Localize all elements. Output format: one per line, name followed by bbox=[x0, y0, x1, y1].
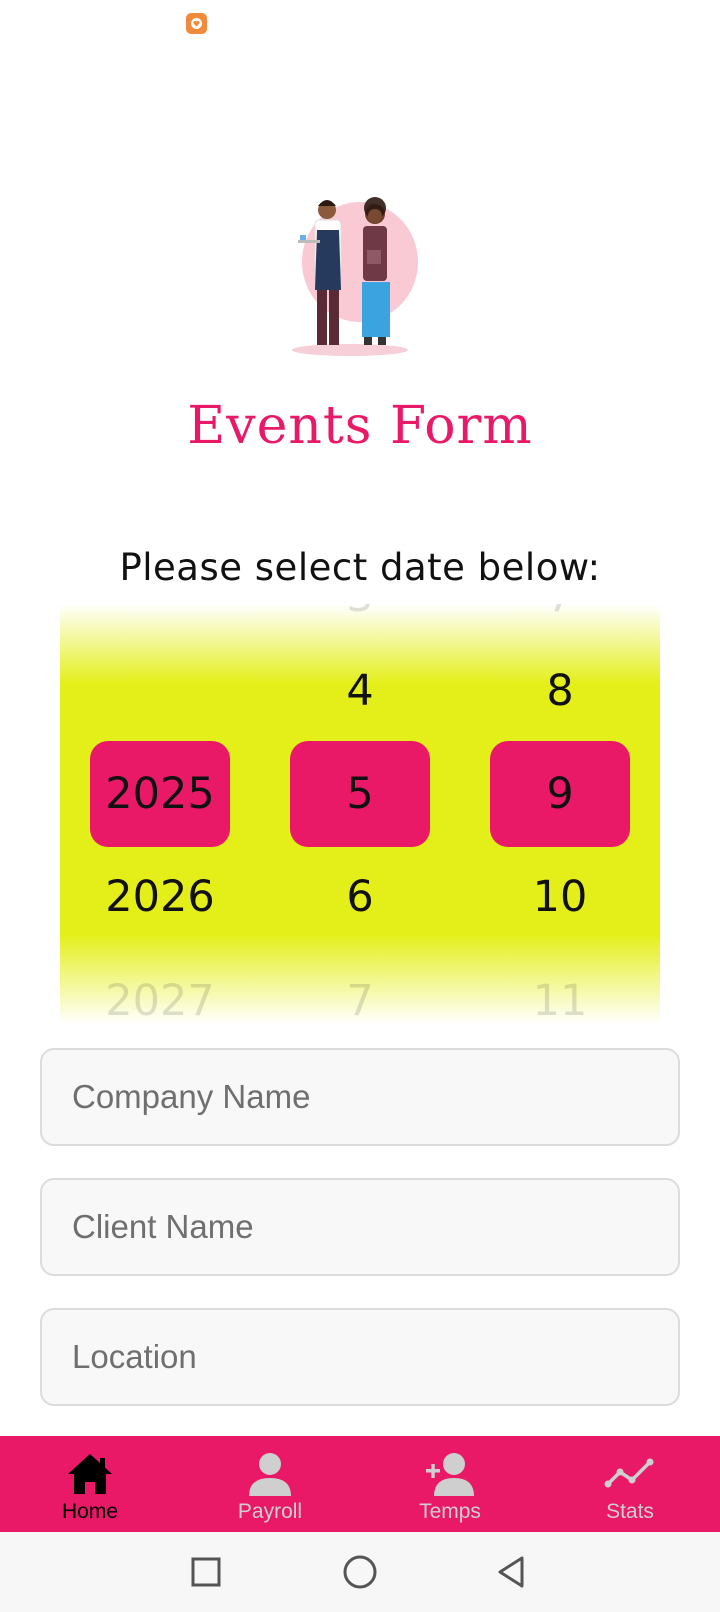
nav-item-temps[interactable]: Temps bbox=[360, 1436, 540, 1532]
month-option[interactable]: 4 bbox=[290, 638, 430, 744]
nav-item-payroll[interactable]: Payroll bbox=[180, 1436, 360, 1532]
home-icon bbox=[68, 1454, 112, 1494]
nav-label-stats: Stats bbox=[606, 1500, 654, 1523]
year-option[interactable] bbox=[90, 638, 230, 744]
month-selected[interactable]: 5 bbox=[290, 741, 430, 847]
home-button-icon[interactable] bbox=[342, 1554, 378, 1590]
form-title: Events Form bbox=[187, 396, 533, 456]
app-notification-icon bbox=[186, 13, 207, 34]
back-icon[interactable] bbox=[494, 1554, 530, 1590]
system-nav-bar bbox=[0, 1532, 720, 1612]
month-wheel[interactable]: 3 4 5 6 7 bbox=[290, 604, 430, 1024]
nav-label-temps: Temps bbox=[419, 1500, 481, 1523]
bottom-nav: Home Payroll Temps Stats bbox=[0, 1436, 720, 1532]
person-add-icon bbox=[426, 1453, 474, 1496]
nav-label-payroll: Payroll bbox=[237, 1500, 303, 1523]
location-input[interactable] bbox=[72, 1338, 678, 1376]
nav-label-home: Home bbox=[61, 1500, 119, 1523]
year-selected[interactable]: 2025 bbox=[90, 741, 230, 847]
nav-item-stats[interactable]: Stats bbox=[540, 1436, 720, 1532]
year-option[interactable]: 2027 bbox=[90, 948, 230, 1024]
company-name-input[interactable] bbox=[72, 1078, 678, 1116]
client-name-input[interactable] bbox=[72, 1208, 678, 1246]
recent-apps-icon[interactable] bbox=[188, 1554, 224, 1590]
company-name-field[interactable] bbox=[40, 1048, 680, 1146]
person-icon bbox=[249, 1453, 291, 1496]
client-name-field[interactable] bbox=[40, 1178, 680, 1276]
waiters-illustration bbox=[290, 190, 430, 365]
day-option[interactable]: 10 bbox=[490, 844, 630, 950]
chart-line-icon bbox=[604, 1458, 654, 1488]
day-option[interactable]: 11 bbox=[490, 948, 630, 1024]
day-wheel[interactable]: 7 8 9 10 11 bbox=[490, 604, 630, 1024]
month-option[interactable]: 7 bbox=[290, 948, 430, 1024]
location-field[interactable] bbox=[40, 1308, 680, 1406]
month-option[interactable]: 6 bbox=[290, 844, 430, 950]
date-picker[interactable]: 2025 2026 2027 3 4 5 6 7 7 8 9 10 11 bbox=[60, 604, 660, 1024]
day-option[interactable]: 8 bbox=[490, 638, 630, 744]
nav-item-home[interactable]: Home bbox=[0, 1436, 180, 1532]
date-prompt: Please select date below: bbox=[119, 546, 601, 589]
day-selected[interactable]: 9 bbox=[490, 741, 630, 847]
year-wheel[interactable]: 2025 2026 2027 bbox=[90, 604, 230, 1024]
year-option[interactable]: 2026 bbox=[90, 844, 230, 950]
